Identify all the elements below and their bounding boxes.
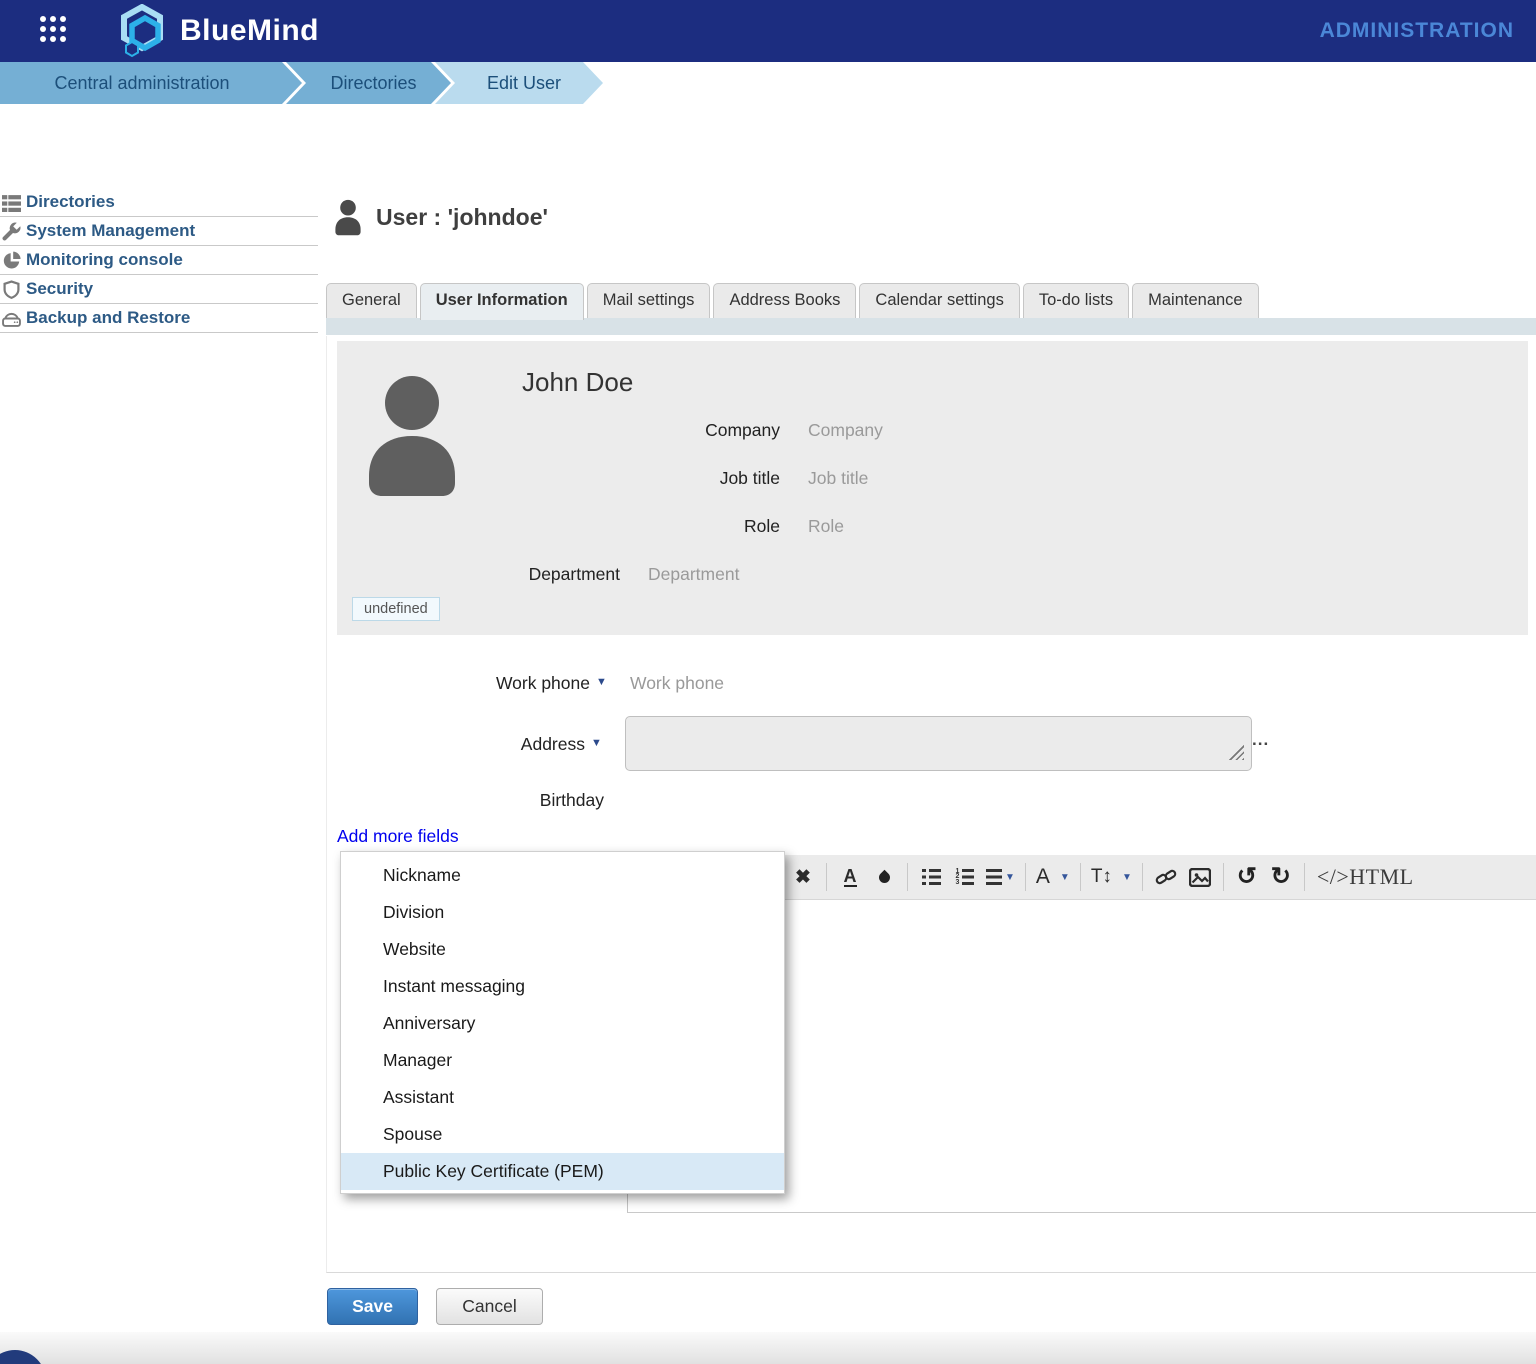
monitoring-console-icon — [2, 250, 26, 270]
menu-item-nickname[interactable]: Nickname — [341, 857, 784, 894]
work-phone-type-caret-icon[interactable]: ▼ — [596, 676, 607, 688]
tab-general[interactable]: General — [326, 283, 417, 318]
html-source-button[interactable]: </>HTML — [1317, 864, 1414, 890]
tab-mail-settings[interactable]: Mail settings — [587, 283, 711, 318]
tab-maintenance[interactable]: Maintenance — [1132, 283, 1258, 318]
add-more-fields-link[interactable]: Add more fields — [337, 826, 459, 847]
menu-item-assistant[interactable]: Assistant — [341, 1079, 784, 1116]
apps-grid-icon[interactable] — [40, 16, 72, 48]
work-phone-label: Work phone — [390, 672, 590, 694]
system-management-icon — [2, 221, 26, 241]
status-badge: undefined — [352, 597, 440, 621]
security-icon — [2, 279, 26, 299]
sidebar-item-directories[interactable]: Directories — [0, 188, 318, 217]
profile-field-row: Department Department — [337, 562, 1528, 586]
menu-item-anniversary[interactable]: Anniversary — [341, 1005, 784, 1042]
role-label: Role — [337, 514, 780, 538]
redo-icon[interactable]: ↻ — [1268, 862, 1294, 892]
sidebar-item-label: Monitoring console — [26, 250, 183, 270]
profile-summary-panel: John Doe Company Company Job title Job t… — [337, 341, 1528, 635]
sidebar-item-security[interactable]: Security — [0, 275, 318, 304]
address-expand-button[interactable]: ... — [1252, 730, 1269, 750]
add-fields-dropdown: Nickname Division Website Instant messag… — [340, 851, 785, 1194]
page-title: User : 'johndoe' — [330, 196, 548, 238]
birthday-label: Birthday — [404, 789, 604, 811]
administration-section-label: ADMINISTRATION — [1320, 19, 1514, 43]
insert-image-icon[interactable] — [1187, 862, 1213, 892]
footer-logo-arc — [0, 1350, 46, 1364]
profile-name: John Doe — [522, 367, 633, 398]
cancel-button[interactable]: Cancel — [436, 1288, 543, 1325]
user-icon — [330, 196, 366, 238]
clear-formatting-icon[interactable]: ✖ — [790, 862, 816, 892]
toolbar-separator — [1142, 863, 1143, 891]
tab-user-information[interactable]: User Information — [420, 283, 584, 320]
toolbar-separator — [1304, 863, 1305, 891]
tab-todo-lists[interactable]: To-do lists — [1023, 283, 1129, 318]
profile-field-row: Company Company — [337, 418, 1528, 442]
highlight-color-icon[interactable] — [876, 869, 892, 885]
breadcrumb-edit-user[interactable]: Edit User — [435, 62, 603, 104]
toolbar-separator — [1223, 863, 1224, 891]
job-title-label: Job title — [337, 466, 780, 490]
breadcrumb-central-administration[interactable]: Central administration — [0, 62, 302, 104]
tab-bar: General User Information Mail settings A… — [326, 283, 1259, 320]
breadcrumb: Central administration Directories Edit … — [0, 62, 1536, 104]
profile-field-row: Role Role — [337, 514, 1528, 538]
menu-item-website[interactable]: Website — [341, 931, 784, 968]
profile-field-row: Job title Job title — [337, 466, 1528, 490]
address-type-caret-icon[interactable]: ▼ — [591, 737, 602, 749]
menu-item-manager[interactable]: Manager — [341, 1042, 784, 1079]
font-family-icon[interactable]: A▼ — [1036, 862, 1070, 892]
insert-link-icon[interactable] — [1153, 862, 1179, 892]
bluemind-logo[interactable]: BlueMind — [118, 4, 319, 58]
sidebar-item-label: Backup and Restore — [26, 308, 190, 328]
menu-item-division[interactable]: Division — [341, 894, 784, 931]
department-field[interactable]: Department — [648, 562, 739, 586]
font-color-icon[interactable]: A — [844, 868, 857, 887]
sidebar-item-backup-and-restore[interactable]: Backup and Restore — [0, 304, 318, 333]
toolbar-separator — [907, 863, 908, 891]
company-label: Company — [337, 418, 780, 442]
toolbar-separator — [826, 863, 827, 891]
sidebar-nav: Directories System Management Monitoring… — [0, 188, 318, 333]
role-field[interactable]: Role — [808, 514, 844, 538]
address-label: Address — [385, 733, 585, 755]
department-label: Department — [337, 562, 620, 586]
save-button[interactable]: Save — [327, 1288, 418, 1325]
toolbar-separator — [1080, 863, 1081, 891]
work-phone-input[interactable]: Work phone — [630, 672, 724, 694]
sidebar-item-label: Directories — [26, 192, 115, 212]
sidebar-item-label: System Management — [26, 221, 195, 241]
breadcrumb-directories[interactable]: Directories — [286, 62, 451, 104]
sidebar-item-monitoring-console[interactable]: Monitoring console — [0, 246, 318, 275]
numbered-list-icon[interactable]: 1 2 3 — [952, 862, 978, 892]
font-size-icon[interactable]: T↕▼ — [1091, 862, 1132, 892]
backup-restore-icon — [2, 308, 26, 328]
undo-icon[interactable]: ↺ — [1234, 862, 1260, 892]
footer-bar — [0, 1332, 1536, 1364]
bluemind-hexagon-icon — [118, 4, 170, 58]
menu-item-public-key-certificate[interactable]: Public Key Certificate (PEM) — [341, 1153, 784, 1190]
tab-address-books[interactable]: Address Books — [713, 283, 856, 318]
sidebar-item-label: Security — [26, 279, 93, 299]
sidebar-item-system-management[interactable]: System Management — [0, 217, 318, 246]
text-align-icon[interactable]: ▼ — [986, 862, 1015, 892]
top-navbar: BlueMind ADMINISTRATION — [0, 0, 1536, 62]
company-field[interactable]: Company — [808, 418, 883, 442]
bullet-list-icon[interactable] — [918, 862, 944, 892]
directories-icon — [2, 192, 26, 212]
tab-calendar-settings[interactable]: Calendar settings — [859, 283, 1019, 318]
bluemind-admin-window: BlueMind ADMINISTRATION Central administ… — [0, 0, 1536, 1364]
page-title-text: User : 'johndoe' — [376, 204, 548, 231]
address-textarea[interactable] — [625, 716, 1252, 771]
brand-name: BlueMind — [180, 14, 319, 48]
menu-item-spouse[interactable]: Spouse — [341, 1116, 784, 1153]
tab-strip — [326, 318, 1536, 335]
toolbar-separator — [1025, 863, 1026, 891]
menu-item-instant-messaging[interactable]: Instant messaging — [341, 968, 784, 1005]
job-title-field[interactable]: Job title — [808, 466, 868, 490]
